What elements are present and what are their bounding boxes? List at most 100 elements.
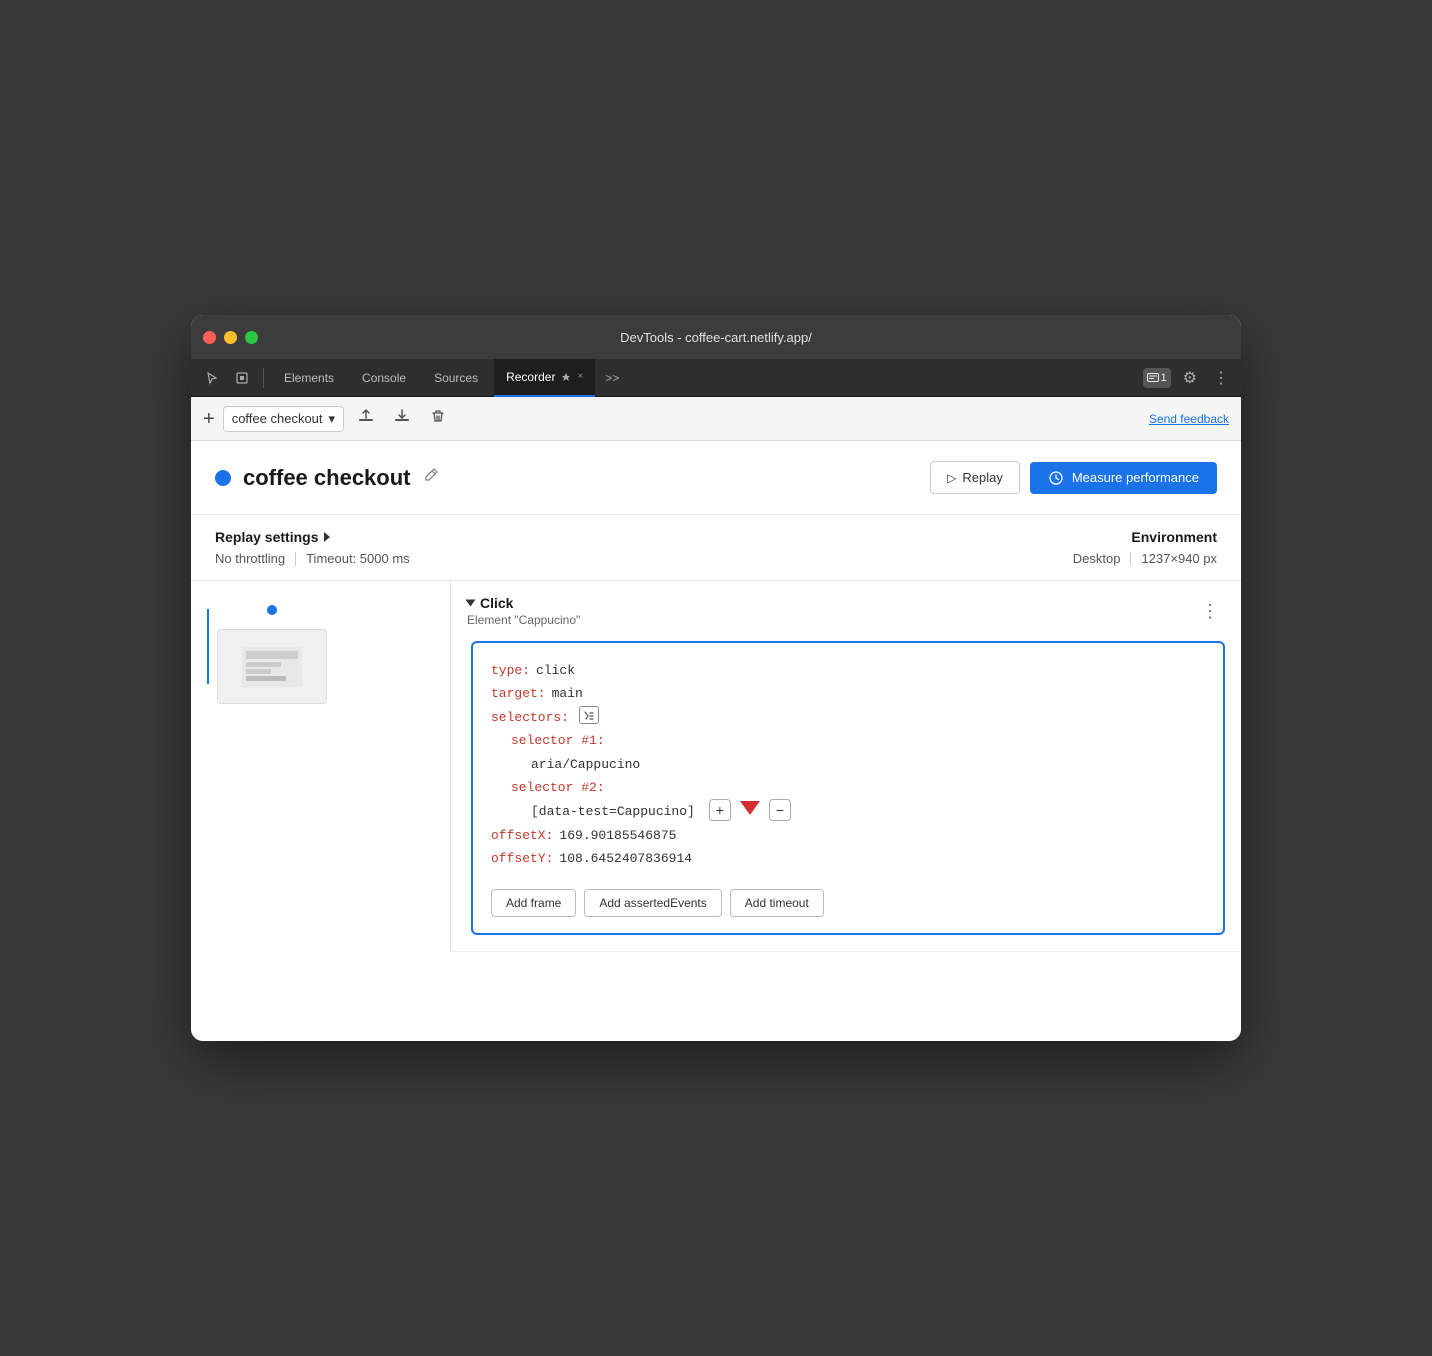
offsetY-key: offsetY: (491, 847, 553, 870)
replay-btn[interactable]: ▷ Replay (930, 461, 1020, 494)
inspect-icon-btn[interactable] (229, 367, 255, 389)
header-actions: ▷ Replay Measure performance (930, 461, 1217, 494)
code-line-offsetY: offsetY: 108.6452407836914 (491, 847, 1205, 870)
cursor-icon-btn[interactable] (199, 367, 225, 389)
thumbnail-preview (242, 647, 302, 687)
tab-recorder-label: Recorder (506, 370, 555, 384)
tab-recorder[interactable]: Recorder × (494, 359, 595, 397)
step-subtitle: Element "Cappucino" (467, 613, 1185, 627)
measure-label: Measure performance (1072, 470, 1199, 485)
main-content: coffee checkout ▷ Replay Measure p (191, 441, 1241, 1041)
env-type: Desktop (1073, 551, 1121, 566)
remove-selector-btn[interactable]: − (769, 799, 791, 821)
code-line-type: type: click (491, 659, 1205, 682)
steps-panel: Click Element "Cappucino" ⋮ type: click (191, 581, 1241, 952)
env-details-divider (1130, 552, 1131, 566)
step-type-label: Click (480, 595, 513, 611)
code-line-target: target: main (491, 682, 1205, 705)
throttling-value: No throttling (215, 551, 285, 566)
tab-overflow-btn[interactable]: >> (599, 371, 625, 385)
play-icon: ▷ (947, 471, 956, 485)
env-details: Desktop 1237×940 px (1073, 551, 1217, 566)
replay-settings-toggle[interactable]: Replay settings (215, 529, 410, 545)
delete-icon (430, 408, 446, 424)
recording-select[interactable]: coffee checkout ▾ (223, 406, 344, 432)
titlebar: DevTools - coffee-cart.netlify.app/ (191, 315, 1241, 359)
tabbar: Elements Console Sources Recorder × >> 1 (191, 359, 1241, 397)
import-icon (394, 408, 410, 424)
step-menu-btn[interactable]: ⋮ (1195, 599, 1225, 624)
cursor-icon (205, 371, 219, 385)
chat-badge-btn[interactable]: 1 (1143, 368, 1171, 388)
export-btn[interactable] (352, 404, 380, 433)
inspect-icon (235, 371, 249, 385)
tab-sources[interactable]: Sources (422, 359, 490, 397)
code-line-offsetX: offsetX: 169.90185546875 (491, 824, 1205, 847)
target-key: target: (491, 682, 546, 705)
tabbar-right: 1 ⚙ ⋮ (1143, 364, 1233, 392)
chat-icon (1147, 373, 1159, 383)
step-title-area: Click Element "Cappucino" (467, 595, 1185, 627)
tab-separator-1 (263, 368, 264, 388)
recording-title: coffee checkout (243, 465, 411, 491)
pencil-icon (423, 467, 439, 483)
selector1-value: aria/Cappucino (531, 753, 640, 776)
replay-label: Replay (962, 470, 1002, 485)
target-value: main (552, 682, 583, 705)
step-thumbnail (217, 629, 327, 704)
import-btn[interactable] (388, 404, 416, 433)
tab-elements[interactable]: Elements (272, 359, 346, 397)
add-timeout-btn[interactable]: Add timeout (730, 889, 824, 917)
minimize-button[interactable] (224, 331, 237, 344)
selected-recording-name: coffee checkout (232, 411, 323, 426)
tab-close-icon[interactable]: × (577, 371, 583, 382)
tab-console[interactable]: Console (350, 359, 418, 397)
selectors-key: selectors: (491, 706, 569, 729)
offsetX-value: 169.90185546875 (559, 824, 676, 847)
measure-performance-btn[interactable]: Measure performance (1030, 462, 1217, 494)
replay-settings-label: Replay settings (215, 529, 318, 545)
add-recording-btn[interactable]: + (203, 409, 215, 429)
type-value: click (536, 659, 575, 682)
tab-elements-label: Elements (284, 371, 334, 385)
tab-console-label: Console (362, 371, 406, 385)
devtools-settings-btn[interactable]: ⚙ (1179, 364, 1201, 392)
measure-icon (1048, 470, 1064, 486)
step-type: Click (467, 595, 1185, 611)
collapse-icon[interactable] (466, 600, 476, 607)
export-icon (358, 408, 374, 424)
maximize-button[interactable] (245, 331, 258, 344)
add-frame-btn[interactable]: Add frame (491, 889, 576, 917)
recorder-pin-icon (561, 372, 571, 382)
settings-chevron-icon (324, 532, 330, 542)
settings-bar: Replay settings No throttling Timeout: 5… (191, 515, 1241, 581)
arrow-down-indicator (740, 801, 760, 815)
steps-sidebar (191, 581, 451, 952)
chevron-down-icon: ▾ (329, 411, 336, 427)
offsetX-key: offsetX: (491, 824, 553, 847)
devtools-more-btn[interactable]: ⋮ (1209, 364, 1233, 392)
code-block: type: click target: main selectors: (471, 641, 1225, 935)
type-key: type: (491, 659, 530, 682)
settings-details-divider (295, 552, 296, 566)
add-asserted-events-btn[interactable]: Add assertedEvents (584, 889, 721, 917)
step-header: Click Element "Cappucino" ⋮ (451, 581, 1241, 641)
step-item-click: Click Element "Cappucino" ⋮ type: click (451, 581, 1241, 952)
add-selector-btn[interactable]: + (709, 799, 731, 821)
code-line-selector1-value: aria/Cappucino (491, 753, 1205, 776)
step-sidebar-connector (207, 609, 209, 684)
chat-badge-count: 1 (1161, 372, 1167, 384)
toolbar: + coffee checkout ▾ Send feedback (191, 397, 1241, 441)
send-feedback-btn[interactable]: Send feedback (1149, 412, 1229, 426)
settings-details: No throttling Timeout: 5000 ms (215, 551, 410, 566)
recording-status-dot (215, 470, 231, 486)
selector2-value: [data-test=Cappucino] (531, 800, 695, 823)
code-line-selector2: selector #2: (491, 776, 1205, 799)
steps-main: Click Element "Cappucino" ⋮ type: click (451, 581, 1241, 952)
close-button[interactable] (203, 331, 216, 344)
timeout-value: Timeout: 5000 ms (306, 551, 410, 566)
code-line-selector2-value: [data-test=Cappucino] + − (491, 799, 1205, 823)
tab-sources-label: Sources (434, 371, 478, 385)
edit-title-btn[interactable] (423, 467, 439, 488)
delete-btn[interactable] (424, 404, 452, 433)
